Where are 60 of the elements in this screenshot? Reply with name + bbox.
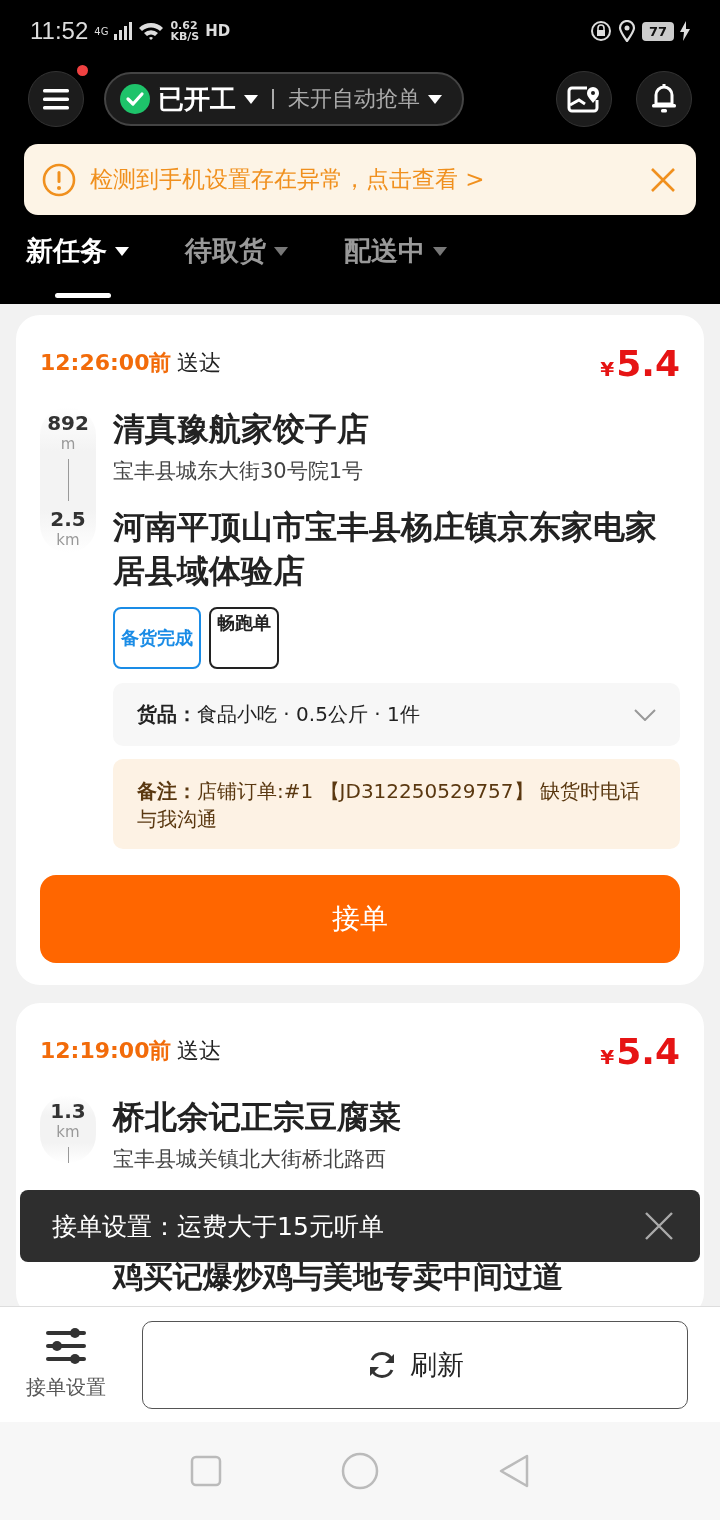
refresh-button[interactable]: 刷新: [142, 1320, 688, 1409]
goods-row[interactable]: 货品：食品小吃 · 0.5公斤 · 1件: [113, 683, 680, 746]
caret-icon: [428, 94, 442, 104]
price-value: 5.4: [616, 342, 680, 384]
price-value: 5.4: [616, 1030, 680, 1072]
deadline-time: 12:19:00前: [40, 1038, 172, 1063]
network-speed: 0.62: [170, 20, 199, 31]
work-status-dropdown[interactable]: 已开工: [120, 81, 258, 117]
bell-button[interactable]: [636, 71, 692, 127]
warning-text: 检测到手机设置存在异常，点击查看 >: [90, 165, 486, 194]
network-type: 4G: [94, 25, 109, 37]
distance-unit: km: [56, 531, 80, 549]
sliders-icon: [46, 1328, 86, 1364]
destination-address: 河南平顶山市宝丰县杨庄镇京东家电家居县域体验店: [113, 507, 658, 592]
toast-text: 接单设置：运费大于15元听单: [52, 1210, 384, 1243]
goods-info: 货品：食品小吃 · 0.5公斤 · 1件: [137, 701, 420, 728]
tab[interactable]: 待取货: [185, 233, 288, 304]
map-button[interactable]: [556, 71, 612, 127]
store-name: 桥北余记正宗豆腐菜: [113, 1097, 402, 1138]
bell-icon: [650, 84, 678, 114]
tab[interactable]: 配送中: [344, 233, 447, 304]
order-tag: 畅跑单: [209, 607, 279, 669]
distance-unit: km: [56, 1123, 80, 1141]
signal-icon: [114, 22, 133, 40]
warning-icon: [42, 162, 76, 197]
deadline-time: 12:26:00前: [40, 350, 172, 375]
speed-unit: KB/S: [170, 31, 200, 42]
order-settings-button[interactable]: 接单设置: [26, 1328, 106, 1401]
remark-text: 备注：店铺订单:#1 【JD312250529757】 缺货时电话与我沟通: [113, 759, 680, 849]
caret-icon: [433, 246, 447, 256]
store-address: 宝丰县城关镇北大街桥北路西: [113, 1146, 387, 1173]
distance-value: 1.3: [50, 1099, 86, 1123]
chevron-down-icon: [634, 708, 656, 721]
tab[interactable]: 新任务: [26, 233, 129, 304]
store-address: 宝丰县城东大街30号院1号: [113, 458, 365, 485]
clock-time: 11:52: [30, 17, 89, 45]
caret-icon: [274, 246, 288, 256]
hd-label: HD: [205, 22, 231, 40]
charging-icon: [680, 21, 690, 41]
deliver-label: 送达: [177, 1038, 222, 1063]
caret-icon: [115, 246, 129, 256]
caret-icon: [244, 94, 258, 104]
menu-button[interactable]: [28, 71, 84, 127]
auto-grab-dropdown[interactable]: 未开自动抢单: [288, 84, 442, 114]
menu-icon: [43, 88, 69, 110]
deliver-label: 送达: [177, 350, 222, 375]
close-icon[interactable]: [644, 1211, 674, 1241]
order-tag: 备货完成: [113, 607, 201, 669]
distance-value: 2.5: [50, 507, 86, 531]
destination-address: 鸡买记爆炒鸡与美地专卖中间过道: [113, 1259, 564, 1295]
distance-unit: m: [60, 435, 76, 453]
store-name: 清真豫航家饺子店: [113, 409, 370, 450]
location-icon: [617, 20, 636, 42]
rotation-lock-icon: [589, 20, 612, 42]
distance-value: 892: [47, 411, 89, 435]
currency-symbol: ¥: [600, 356, 615, 381]
currency-symbol: ¥: [600, 1044, 615, 1069]
map-pin-icon: [567, 84, 601, 114]
wifi-icon: [138, 21, 165, 41]
battery-level: 77: [641, 21, 674, 41]
